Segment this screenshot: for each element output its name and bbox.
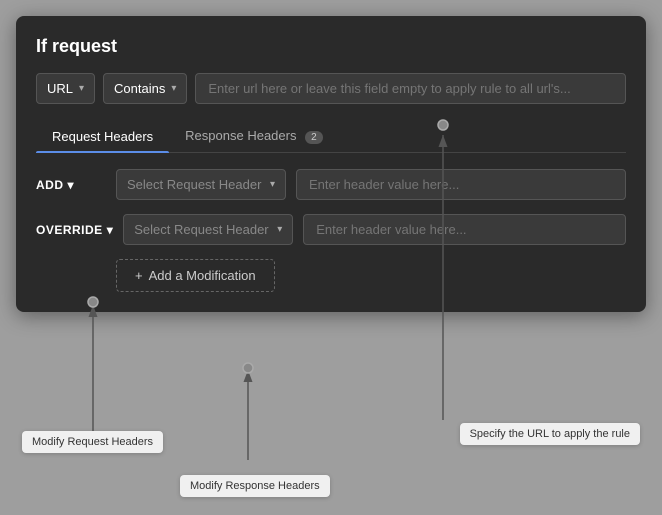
annotation-modify-request: Modify Request Headers xyxy=(22,431,163,453)
tab-response-headers[interactable]: Response Headers 2 xyxy=(169,120,338,152)
plus-icon: + xyxy=(135,268,143,283)
url-input[interactable] xyxy=(195,73,626,104)
override-header-select[interactable]: Select Request Header ▾ xyxy=(123,214,293,245)
add-modification-button[interactable]: + Add a Modification xyxy=(116,259,275,292)
url-type-chevron-icon: ▾ xyxy=(79,83,84,94)
add-modification-label: Add a Modification xyxy=(149,268,256,283)
url-row: URL ▾ Contains ▾ xyxy=(36,73,626,104)
override-chevron-icon: ▾ xyxy=(107,223,114,237)
annotation-modify-response: Modify Response Headers xyxy=(180,475,330,497)
condition-label: Contains xyxy=(114,81,165,96)
override-section-label: OVERRIDE ▾ xyxy=(36,223,113,237)
add-header-select[interactable]: Select Request Header ▾ xyxy=(116,169,286,200)
override-header-chevron-icon: ▾ xyxy=(277,224,282,235)
add-chevron-icon: ▾ xyxy=(68,178,75,192)
annotation-specify-url: Specify the URL to apply the rule xyxy=(460,423,640,445)
condition-select[interactable]: Contains ▾ xyxy=(103,73,187,104)
condition-chevron-icon: ▾ xyxy=(171,83,176,94)
add-header-chevron-icon: ▾ xyxy=(270,179,275,190)
override-header-value-input[interactable] xyxy=(303,214,626,245)
add-header-value-input[interactable] xyxy=(296,169,626,200)
if-request-card: If request URL ▾ Contains ▾ Request Head… xyxy=(16,16,646,312)
response-headers-badge: 2 xyxy=(305,131,323,144)
tab-request-headers[interactable]: Request Headers xyxy=(36,121,169,152)
add-section-label: ADD ▾ xyxy=(36,178,106,192)
tabs-container: Request Headers Response Headers 2 xyxy=(36,120,626,153)
url-type-label: URL xyxy=(47,81,73,96)
url-type-select[interactable]: URL ▾ xyxy=(36,73,95,104)
override-section-row: OVERRIDE ▾ Select Request Header ▾ xyxy=(36,214,626,245)
add-section-row: ADD ▾ Select Request Header ▾ xyxy=(36,169,626,200)
card-title: If request xyxy=(36,36,626,57)
